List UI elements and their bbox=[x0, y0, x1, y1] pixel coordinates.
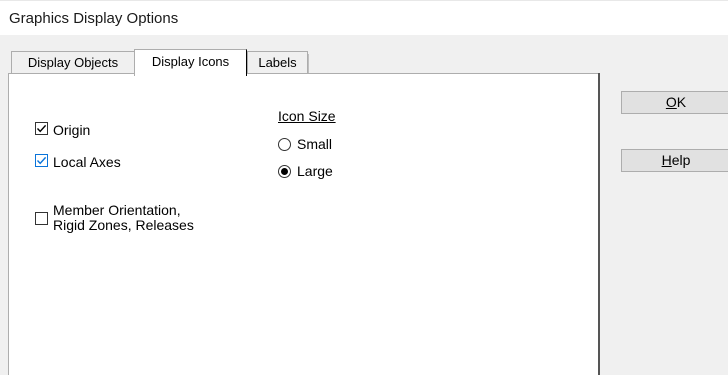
local-axes-checkbox[interactable] bbox=[35, 154, 48, 167]
help-label-rest: elp bbox=[671, 152, 691, 168]
window-title: Graphics Display Options bbox=[9, 10, 179, 27]
radio-large[interactable] bbox=[278, 164, 291, 178]
member-orientation-label-line2: Rigid Zones, Releases bbox=[53, 217, 194, 233]
local-axes-checkbox-row[interactable]: Local Axes bbox=[35, 154, 121, 170]
top-border bbox=[0, 0, 728, 1]
tab-label: Display Objects bbox=[27, 55, 119, 70]
ok-button[interactable]: OK bbox=[621, 91, 728, 114]
radio-small-row[interactable]: Small bbox=[278, 136, 332, 152]
member-orientation-checkbox-row[interactable]: Member Orientation, Rigid Zones, Release… bbox=[35, 203, 194, 233]
radio-large-label: Large bbox=[297, 163, 333, 179]
radio-selected-dot bbox=[281, 167, 288, 175]
graphics-display-options-window: Graphics Display Options Display Objects… bbox=[0, 0, 728, 375]
radio-large-row[interactable]: Large bbox=[278, 163, 333, 179]
tab-label: Labels bbox=[258, 55, 297, 70]
origin-label: Origin bbox=[53, 122, 91, 138]
radio-small-label: Small bbox=[297, 136, 333, 152]
origin-checkbox-row[interactable]: Origin bbox=[35, 122, 90, 138]
radio-small[interactable] bbox=[278, 137, 291, 151]
local-axes-label: Local Axes bbox=[53, 154, 121, 170]
panel-separator bbox=[598, 73, 600, 375]
tab-label: Display Icons bbox=[151, 54, 230, 69]
member-orientation-checkbox[interactable] bbox=[35, 212, 48, 225]
tab-labels[interactable]: Labels bbox=[247, 51, 309, 76]
ok-label-rest: K bbox=[676, 94, 687, 110]
member-orientation-label-line1: Member Orientation, bbox=[53, 202, 181, 218]
origin-checkbox[interactable] bbox=[35, 122, 48, 135]
checkmark-icon bbox=[36, 156, 47, 165]
member-orientation-label: Member Orientation, Rigid Zones, Release… bbox=[53, 203, 194, 233]
checkmark-icon bbox=[36, 124, 47, 133]
tab-display-icons[interactable]: Display Icons bbox=[134, 49, 247, 76]
help-mnemonic: H bbox=[661, 152, 672, 168]
ok-mnemonic: O bbox=[665, 94, 677, 110]
icon-size-title: Icon Size bbox=[278, 108, 336, 124]
help-button[interactable]: Help bbox=[621, 149, 728, 172]
tab-display-objects[interactable]: Display Objects bbox=[11, 51, 135, 73]
